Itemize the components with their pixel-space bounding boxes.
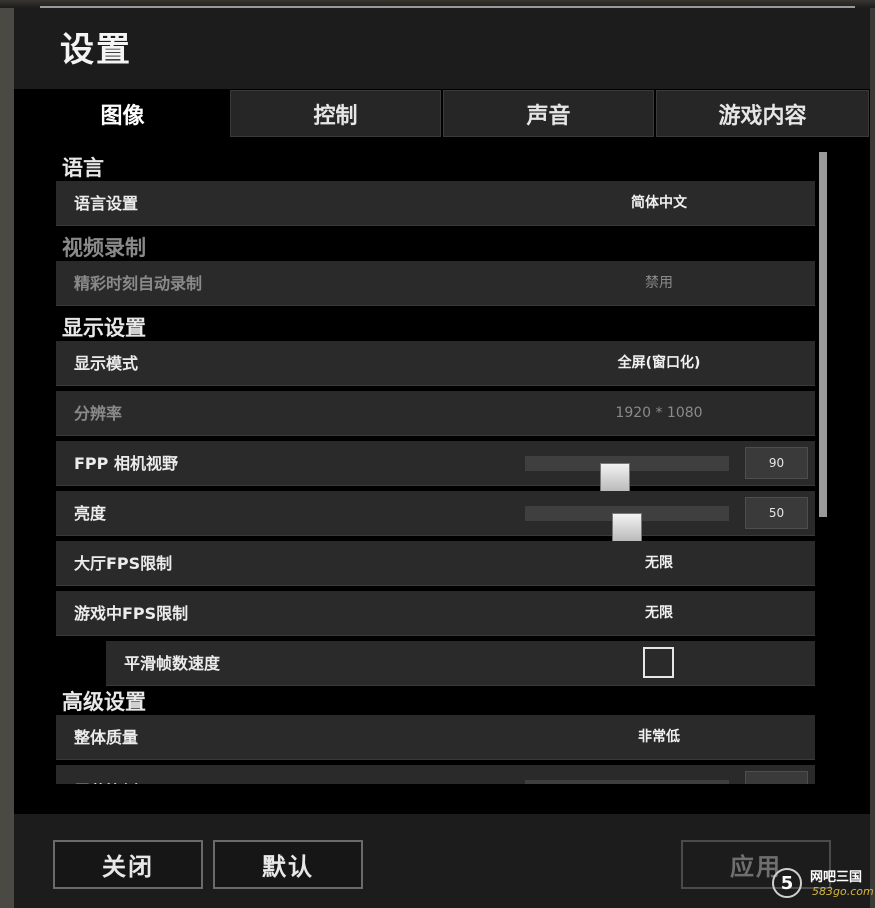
setting-label: 屏幕比例: [74, 769, 138, 784]
setting-label: 亮度: [74, 504, 107, 523]
setting-value-resolution: 1920 * 1080: [615, 405, 703, 421]
default-button[interactable]: 默认: [213, 840, 363, 889]
setting-value-lobby-fps[interactable]: 无限: [559, 541, 759, 586]
fov-value-input[interactable]: 90: [745, 447, 808, 479]
setting-row-display-mode[interactable]: 显示模式 全屏(窗口化): [56, 341, 815, 386]
section-title-video-recording: 视频录制: [62, 236, 146, 260]
setting-label: 平滑帧数速度: [124, 654, 221, 673]
setting-row-smooth-frame: 平滑帧数速度: [106, 641, 815, 686]
setting-row-overall-quality[interactable]: 整体质量 非常低: [56, 715, 815, 760]
setting-label: 大厅FPS限制: [74, 554, 173, 573]
watermark-url: 583go.com: [812, 885, 874, 898]
tab-graphics[interactable]: 图像: [17, 90, 228, 137]
fov-slider-track[interactable]: [525, 456, 729, 493]
tab-sound[interactable]: 声音: [443, 90, 654, 137]
setting-value-ingame-fps[interactable]: 无限: [559, 591, 759, 636]
setting-value-language[interactable]: 简体中文: [559, 181, 759, 226]
setting-row-screen-scale: 屏幕比例: [56, 765, 815, 784]
setting-row-language[interactable]: 语言设置 简体中文: [56, 181, 815, 226]
setting-value-auto-record: 禁用: [645, 275, 673, 291]
setting-row-auto-record: 精彩时刻自动录制 禁用: [56, 261, 815, 306]
window-right-edge: [870, 0, 875, 908]
brightness-value-input[interactable]: 50: [745, 497, 808, 529]
watermark-text: 网吧三国: [810, 870, 863, 885]
setting-value-overall-quality[interactable]: 非常低: [559, 715, 759, 760]
setting-label: 分辨率: [74, 404, 123, 423]
setting-row-resolution: 分辨率 1920 * 1080: [56, 391, 815, 436]
setting-label: FPP 相机视野: [74, 454, 178, 473]
window-left-edge: [0, 0, 14, 908]
brightness-slider-thumb[interactable]: [612, 513, 642, 543]
fov-slider-thumb[interactable]: [600, 463, 630, 493]
smooth-frame-checkbox[interactable]: [643, 647, 674, 678]
settings-list[interactable]: 语言 语言设置 简体中文 视频录制 精彩时刻自动录制 禁用 显示设置 显示模式 …: [56, 150, 816, 784]
tab-gameplay[interactable]: 游戏内容: [656, 90, 869, 137]
section-title-display: 显示设置: [62, 316, 146, 340]
page-title: 设置: [60, 30, 132, 70]
section-title-language: 语言: [62, 156, 104, 180]
setting-row-ingame-fps[interactable]: 游戏中FPS限制 无限: [56, 591, 815, 636]
screen-scale-value-input[interactable]: [745, 771, 808, 784]
setting-row-fpp-fov: FPP 相机视野 90: [56, 441, 815, 493]
settings-scrollbar[interactable]: [819, 152, 827, 517]
brightness-slider-track[interactable]: [525, 506, 729, 543]
watermark: 5 网吧三国 583go.com: [772, 866, 874, 906]
setting-row-brightness: 亮度 50: [56, 491, 815, 543]
close-button[interactable]: 关闭: [53, 840, 203, 889]
window-top-edge: [0, 0, 875, 8]
section-title-advanced: 高级设置: [62, 690, 146, 714]
setting-label: 精彩时刻自动录制: [74, 274, 203, 293]
setting-label: 整体质量: [74, 728, 139, 747]
tab-controls[interactable]: 控制: [230, 90, 441, 137]
setting-row-lobby-fps[interactable]: 大厅FPS限制 无限: [56, 541, 815, 586]
setting-label: 显示模式: [74, 354, 139, 373]
screen-scale-slider-track[interactable]: [525, 780, 729, 784]
setting-value-display-mode[interactable]: 全屏(窗口化): [559, 341, 759, 386]
setting-label: 游戏中FPS限制: [74, 604, 189, 623]
setting-label: 语言设置: [74, 194, 139, 213]
watermark-logo: 5: [772, 868, 802, 898]
